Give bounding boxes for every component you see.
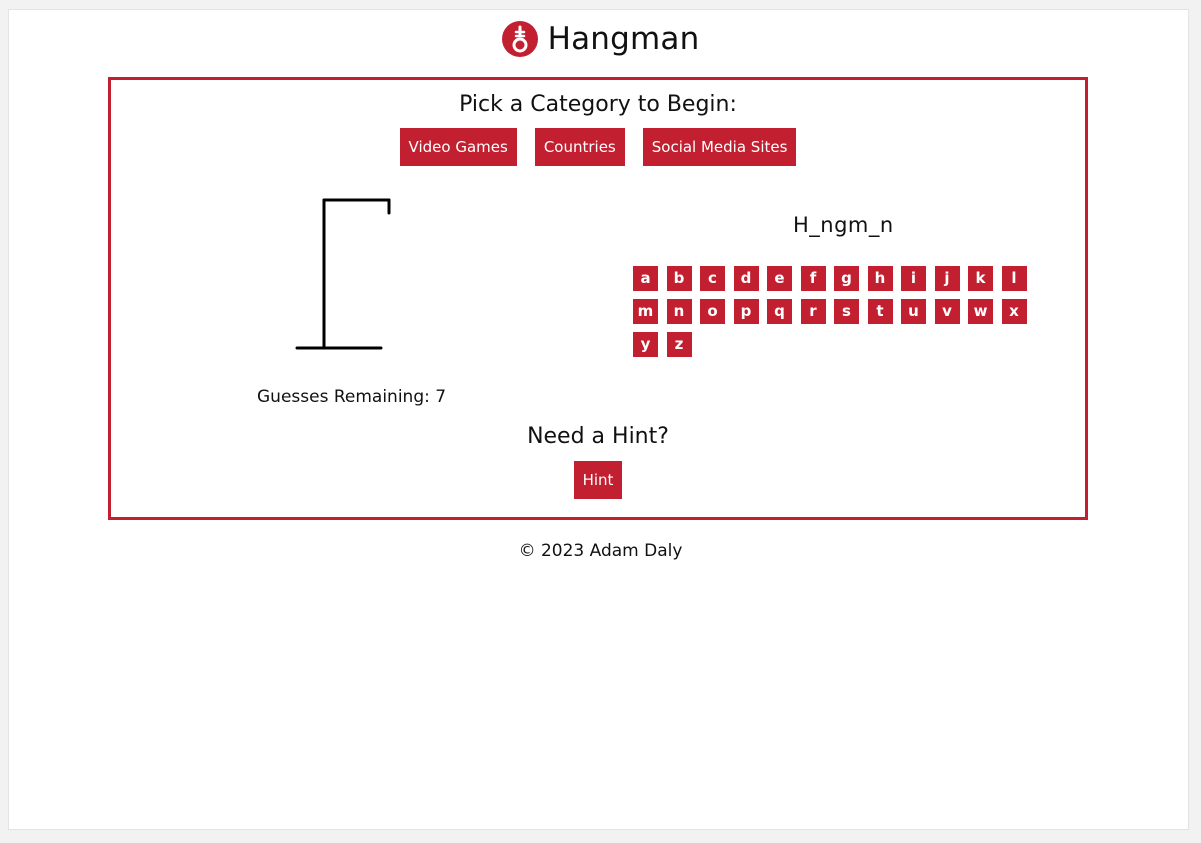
letter-button-o[interactable]: o — [700, 299, 725, 324]
letter-button-x[interactable]: x — [1001, 299, 1027, 324]
letter-button-q[interactable]: q — [767, 299, 792, 324]
footer-copyright: © 2023 Adam Daly — [518, 541, 683, 561]
category-heading: Pick a Category to Begin: — [459, 92, 737, 117]
hint-wrapper: Hint — [111, 461, 1085, 499]
letter-button-u[interactable]: u — [901, 299, 926, 324]
letter-button-v[interactable]: v — [934, 299, 960, 324]
word-display: H_ngm_n — [793, 213, 894, 237]
app-title: Hangman — [547, 21, 700, 57]
letter-button-a[interactable]: a — [633, 266, 658, 291]
letter-button-l[interactable]: l — [1001, 266, 1027, 291]
letter-button-y[interactable]: y — [633, 332, 658, 357]
category-social-media-button[interactable]: Social Media Sites — [642, 128, 797, 166]
letter-button-z[interactable]: z — [666, 332, 692, 357]
category-video-games-button[interactable]: Video Games — [399, 128, 517, 166]
noose-icon — [501, 21, 538, 57]
letter-button-i[interactable]: i — [901, 266, 926, 291]
letter-button-n[interactable]: n — [666, 299, 692, 324]
letter-button-k[interactable]: k — [968, 266, 993, 291]
letter-button-j[interactable]: j — [934, 266, 960, 291]
letter-button-m[interactable]: m — [633, 299, 658, 324]
letter-button-b[interactable]: b — [666, 266, 692, 291]
letter-button-h[interactable]: h — [867, 266, 893, 291]
letter-button-g[interactable]: g — [834, 266, 859, 291]
letter-button-f[interactable]: f — [800, 266, 826, 291]
game-panel: Pick a Category to Begin: Video Games Co… — [108, 77, 1088, 520]
gallows-drawing — [295, 198, 391, 350]
header: Hangman — [0, 18, 1201, 60]
letter-button-c[interactable]: c — [700, 266, 725, 291]
letter-button-r[interactable]: r — [800, 299, 826, 324]
letter-button-w[interactable]: w — [968, 299, 993, 324]
letter-keyboard: a b c d e f g h i j k l m n o p q r s t u v w x y z — [633, 266, 1041, 365]
header-brand: Hangman — [501, 18, 700, 60]
category-countries-button[interactable]: Countries — [534, 128, 625, 166]
hint-heading: Need a Hint? — [527, 424, 669, 449]
letter-button-e[interactable]: e — [767, 266, 792, 291]
letter-button-s[interactable]: s — [834, 299, 859, 324]
guesses-remaining: Guesses Remaining: 7 — [257, 387, 447, 407]
letter-button-p[interactable]: p — [733, 299, 759, 324]
hint-button[interactable]: Hint — [573, 461, 623, 499]
letter-button-t[interactable]: t — [867, 299, 893, 324]
category-buttons: Video Games Countries Social Media Sites — [111, 128, 1085, 166]
letter-button-d[interactable]: d — [733, 266, 759, 291]
